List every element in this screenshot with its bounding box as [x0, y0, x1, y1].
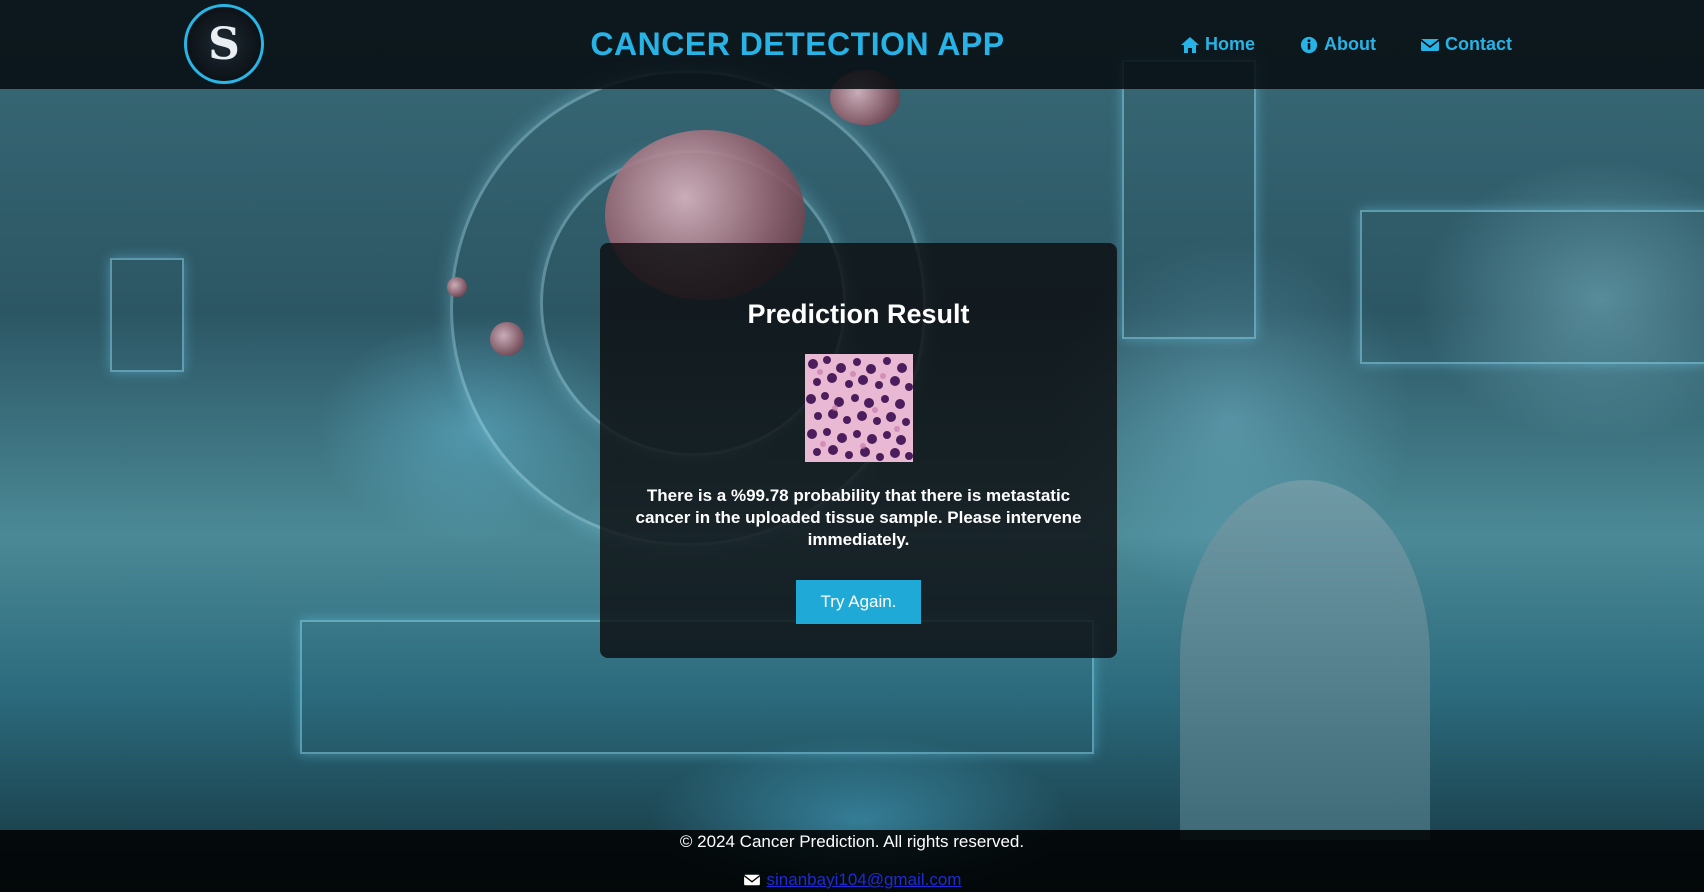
nav-home-label: Home	[1205, 34, 1256, 54]
footer: © 2024 Cancer Prediction. All rights res…	[0, 830, 1704, 892]
logo[interactable]: S	[184, 4, 264, 84]
card-title: Prediction Result	[747, 299, 970, 329]
prediction-result-card: Prediction Result There is a %99.78 prob…	[600, 243, 1117, 658]
email-link[interactable]: sinanbayi104@gmail.com	[767, 870, 962, 890]
lab-window-panel	[1360, 210, 1704, 364]
nav-home-link[interactable]: Home	[1180, 34, 1255, 55]
envelope-icon	[743, 874, 760, 886]
envelope-icon	[1420, 38, 1440, 51]
anatomy-hologram-panel	[1122, 60, 1256, 339]
nav-contact-label: Contact	[1445, 34, 1512, 54]
tissue-sample-thumbnail	[805, 354, 913, 462]
app-title: CANCER DETECTION APP	[590, 26, 1005, 62]
s-monogram-logo-icon: S	[208, 18, 240, 70]
footer-contact: sinanbayi104@gmail.com	[0, 870, 1704, 890]
prediction-message: There is a %99.78 probability that there…	[635, 486, 1082, 549]
scientist-figure	[1180, 480, 1430, 840]
cancer-cell-graphic	[490, 322, 524, 356]
lab-screen-panel	[110, 258, 184, 372]
try-again-button[interactable]: Try Again.	[796, 580, 921, 624]
info-circle-icon	[1300, 36, 1318, 53]
top-navbar: S CANCER DETECTION APP Home About Contac…	[0, 0, 1704, 89]
nav-contact-link[interactable]: Contact	[1420, 34, 1512, 55]
nav-about-link[interactable]: About	[1299, 34, 1376, 55]
nav-about-label: About	[1324, 34, 1376, 54]
tissue-sample-image	[805, 354, 913, 462]
copyright-text: © 2024 Cancer Prediction. All rights res…	[679, 832, 1025, 851]
home-icon	[1181, 36, 1199, 53]
nav-menu: Home About Contact	[1180, 34, 1512, 55]
cancer-cell-graphic	[447, 277, 467, 297]
